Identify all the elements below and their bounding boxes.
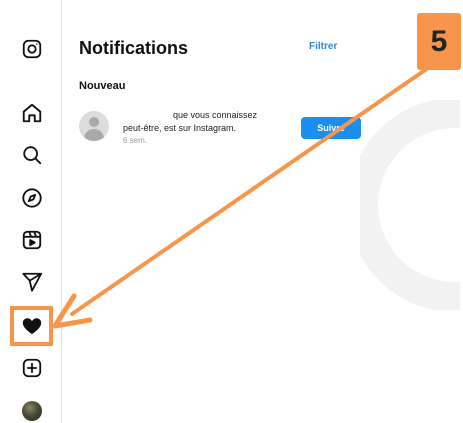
notification-time: 6 sem. (123, 136, 148, 145)
follow-button[interactable]: Suivre (301, 117, 361, 139)
notification-text-line1: que vous connaissez (173, 110, 258, 120)
notification-text-line2: peut-être, est sur Instagram. (123, 123, 237, 133)
annotation-highlight-box (10, 306, 53, 346)
page-title: Notifications (79, 38, 189, 58)
notification-item[interactable]: que vous connaissez peut-être, est sur I… (79, 107, 363, 151)
section-title-new: Nouveau (79, 80, 126, 92)
create-icon[interactable] (20, 356, 44, 380)
watermark-logo (360, 100, 460, 310)
filter-link[interactable]: Filtrer (309, 41, 337, 52)
notifications-panel: Notifications Filtrer Nouveau que vous c… (63, 0, 363, 423)
search-icon[interactable] (20, 143, 44, 167)
default-avatar-icon[interactable] (79, 111, 109, 141)
home-icon[interactable] (20, 101, 44, 125)
instagram-logo-icon[interactable] (20, 37, 44, 61)
sidebar (0, 0, 62, 423)
step-number-badge: 5 (417, 13, 461, 70)
reels-icon[interactable] (20, 228, 44, 252)
explore-icon[interactable] (20, 186, 44, 210)
profile-avatar[interactable] (22, 401, 42, 421)
messages-icon[interactable] (20, 270, 44, 294)
